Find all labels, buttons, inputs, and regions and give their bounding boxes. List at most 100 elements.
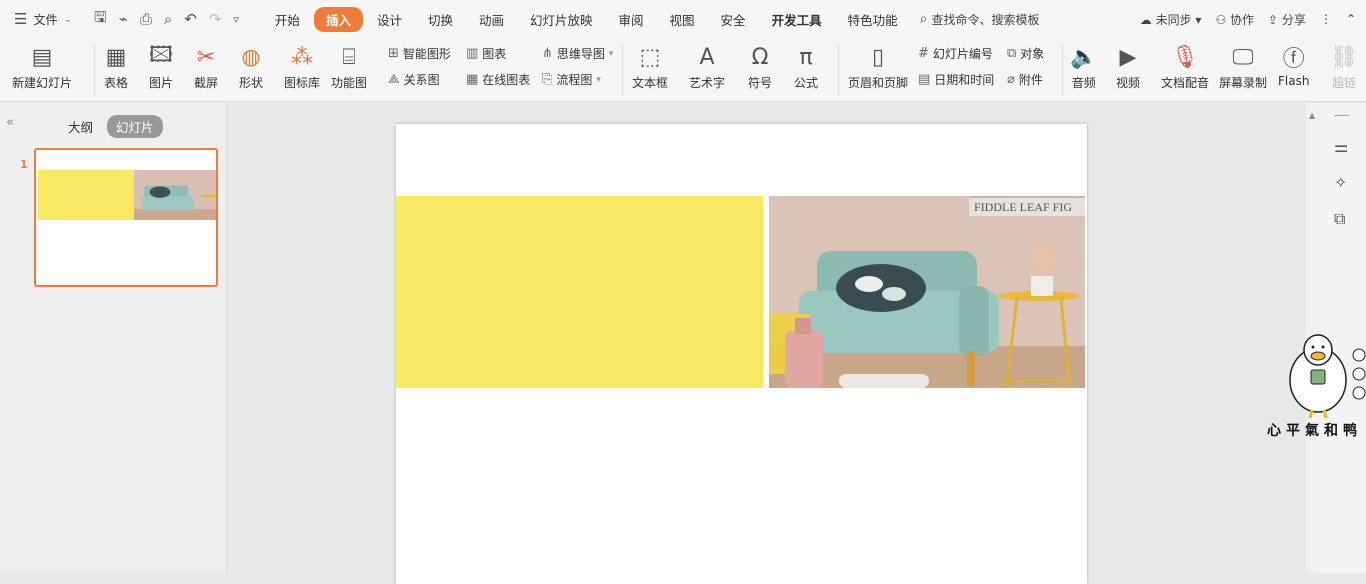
mindmap-label: 思维导图 [556,47,605,61]
formula-button[interactable]: π 公式 [794,42,818,91]
print-preview-icon[interactable]: ⌕ [164,10,172,28]
command-search[interactable]: ⌕ 查找命令、搜索模板 [920,11,1040,28]
share-label: 分享 [1281,12,1306,27]
speaker-icon: 🔈 [1070,44,1098,70]
sofa-photo-art: FIDDLE LEAF FIG [769,196,1085,388]
slide-number-button[interactable]: # 幻灯片编号 [918,45,993,62]
relation-chart-icon: ⟁ [388,72,400,87]
video-button[interactable]: ▶ 视频 [1116,42,1140,91]
slides-panel: « 大纲 幻灯片 1 [0,103,227,573]
paperclip-icon: ⌀ [1007,72,1015,87]
chevron-down-icon: ⌄ [63,13,72,25]
undo-icon[interactable]: ↶ [184,10,197,28]
format-painter-icon[interactable]: ⌁ [119,10,128,28]
flash-button[interactable]: ⓕ Flash [1278,42,1309,88]
date-time-button[interactable]: ▤ 日期和时间 [918,71,994,88]
save-icon[interactable]: 🖫 [94,7,107,32]
flowchart-button[interactable]: ⎘ 流程图 ▾ [542,71,601,88]
textbox-button[interactable]: ⬚ 文本框 [632,42,668,91]
doc-voice-button[interactable]: 🎙 文档配音 [1161,42,1209,91]
slides-tab[interactable]: 幻灯片 [107,115,163,138]
tab-developer[interactable]: 开发工具 [760,7,834,32]
symbol-button[interactable]: Ω 符号 [748,42,772,91]
shape-button[interactable]: ◍ 形状 [239,42,263,91]
sync-button[interactable]: ☁ 未同步 ▾ [1140,11,1202,28]
slide[interactable]: FIDDLE LEAF FIG [396,124,1087,584]
search-icon: ⌕ [919,11,928,27]
smart-art-icon: ⊞ [388,46,399,61]
header-footer-button[interactable]: ▯ 页眉和页脚 [848,42,908,91]
divider-icon: — [1334,105,1350,124]
tab-animation[interactable]: 动画 [467,7,516,32]
tab-special[interactable]: 特色功能 [836,7,910,32]
tab-slideshow[interactable]: 幻灯片放映 [518,7,605,32]
tab-transition[interactable]: 切换 [416,7,465,32]
hyperlink-button[interactable]: ⛓ 超链 [1330,42,1358,91]
screen-record-button[interactable]: 🖵 屏幕录制 [1219,42,1267,91]
share-button[interactable]: ⇪ 分享 [1268,11,1306,28]
tab-view[interactable]: 视图 [658,7,707,32]
flash-label: Flash [1278,74,1310,88]
smart-art-button[interactable]: ⊞ 智能图形 [388,45,451,62]
redo-icon[interactable]: ↷ [209,10,222,28]
screenshot-button[interactable]: ✂ 截屏 [194,42,218,91]
table-button[interactable]: ▦ 表格 [104,42,128,91]
file-label: 文件 [33,12,58,27]
online-chart-label: 在线图表 [482,73,531,87]
thumbnail-yellow-block [38,170,135,220]
function-chart-label: 功能图 [331,76,368,90]
mindmap-button[interactable]: ⋔ 思维导图 ▾ [542,45,613,62]
duck-sticker: 心平氣和鸭 [1265,332,1366,442]
picture-icon: 🖾 [149,43,173,68]
chart-label: 图表 [482,47,507,61]
collapse-panel-icon[interactable]: « [6,115,14,130]
function-chart-button[interactable]: ⌸ 功能图 [331,42,367,91]
outline-tab[interactable]: 大纲 [68,117,93,136]
search-label: 查找命令、搜索模板 [931,12,1040,27]
object-icon: ⧉ [1007,46,1017,61]
function-chart-icon: ⌸ [342,44,356,70]
screenshot-label: 截屏 [194,76,219,90]
audio-button[interactable]: 🔈 音频 [1070,42,1097,91]
chart-button[interactable]: ▥ 图表 [466,45,506,62]
new-slide-label: 新建幻灯片 [12,76,73,90]
slide-number-icon: # [918,46,929,61]
print-icon[interactable]: ⎙ [140,10,152,28]
new-slide-button[interactable]: ▤ 新建幻灯片 [12,42,72,91]
scroll-up-icon[interactable]: ▲ [1309,111,1315,120]
tab-security[interactable]: 安全 [709,7,758,32]
wordart-button[interactable]: A 艺术字 [689,42,725,91]
tab-design[interactable]: 设计 [365,7,414,32]
online-chart-button[interactable]: ▦ 在线图表 [466,71,530,88]
relation-chart-button[interactable]: ⟁ 关系图 [388,71,440,88]
slide-thumbnail[interactable] [34,148,218,287]
collapse-ribbon-icon[interactable]: ⌃ [1346,12,1356,26]
more-icon[interactable]: ⋮ [1320,12,1332,26]
copy-icon[interactable]: ⧉ [1334,209,1345,229]
collab-button[interactable]: ⚇ 协作 [1215,11,1254,28]
wordart-label: 艺术字 [689,76,726,90]
video-label: 视频 [1116,76,1141,90]
attachment-button[interactable]: ⌀ 附件 [1007,71,1043,88]
collab-label: 协作 [1230,12,1255,27]
icon-library-button[interactable]: ⁂ 图标库 [284,42,320,91]
tab-insert[interactable]: 插入 [313,6,363,32]
header-footer-icon: ▯ [871,44,885,70]
file-menu[interactable]: ☰ 文件 ⌄ [0,10,90,28]
slide-number-label: 幻灯片编号 [932,47,993,61]
object-button[interactable]: ⧉ 对象 [1007,45,1044,62]
magic-icon[interactable]: ✧ [1334,173,1347,192]
new-slide-icon: ▤ [31,44,53,70]
tab-home[interactable]: 开始 [263,7,312,32]
customize-icon[interactable]: ▿ [233,13,239,26]
relation-chart-label: 关系图 [403,73,440,87]
pi-icon: π [799,44,813,70]
tab-review[interactable]: 审阅 [607,7,656,32]
yellow-rectangle[interactable] [396,196,763,388]
picture-button[interactable]: 🖾 图片 [149,42,173,91]
picture-label: 图片 [149,76,174,90]
properties-icon[interactable]: ⚌ [1334,137,1348,156]
ribbon-tabs: 开始 插入 设计 切换 动画 幻灯片放映 审阅 视图 安全 开发工具 特色功能 [263,6,912,32]
sofa-photo[interactable]: FIDDLE LEAF FIG [769,196,1085,388]
online-chart-icon: ▦ [466,72,479,87]
